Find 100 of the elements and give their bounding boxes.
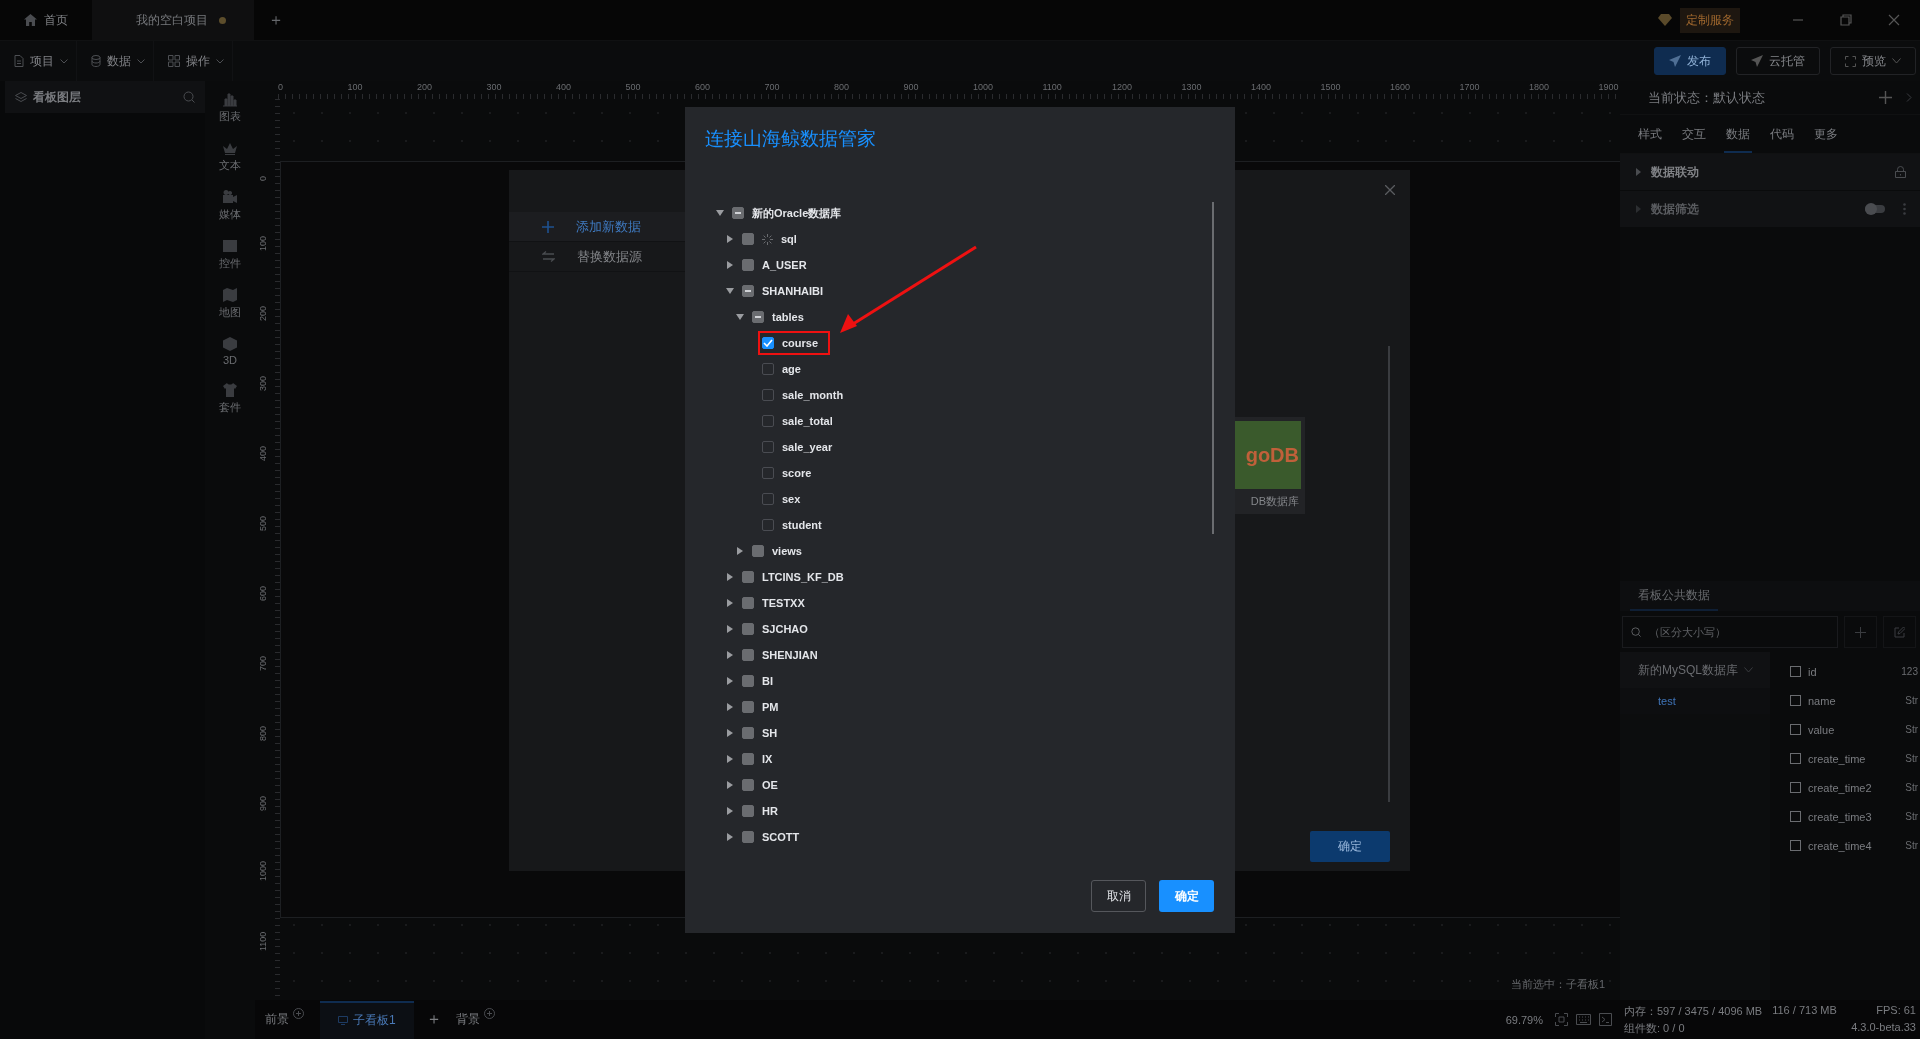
expand-arrow-icon[interactable]	[737, 547, 743, 555]
checkbox[interactable]	[742, 233, 754, 245]
new-tab-button[interactable]: ＋	[268, 9, 284, 31]
expand-arrow-icon[interactable]	[727, 235, 733, 243]
checkbox[interactable]	[752, 311, 764, 323]
search-field[interactable]: （区分大小写）	[1622, 616, 1838, 648]
expand-arrow-icon[interactable]	[727, 729, 733, 737]
tree-item[interactable]: score	[782, 467, 812, 479]
tree-item[interactable]: sale_year	[782, 441, 833, 453]
expand-arrow-icon[interactable]	[727, 573, 733, 581]
checkbox[interactable]	[742, 571, 754, 583]
checkbox[interactable]	[742, 597, 754, 609]
checkbox[interactable]	[762, 389, 774, 401]
expand-arrow-icon[interactable]	[727, 261, 733, 269]
add-board-button[interactable]: ＋	[425, 1009, 442, 1030]
restore-icon[interactable]	[1840, 14, 1852, 26]
tree-item[interactable]: sex	[782, 493, 801, 505]
tree-item[interactable]: age	[782, 363, 801, 375]
tree-item[interactable]: A_USER	[762, 259, 807, 271]
checkbox[interactable]	[762, 415, 774, 427]
checkbox[interactable]	[742, 649, 754, 661]
tree-item[interactable]: SCOTT	[762, 831, 800, 843]
plus-icon[interactable]	[1879, 91, 1892, 104]
data-source-tile[interactable]: goDB DB数据库	[1235, 417, 1305, 514]
tree-item[interactable]: OE	[762, 779, 778, 791]
checkbox[interactable]	[742, 805, 754, 817]
checkbox[interactable]	[762, 493, 774, 505]
checkbox[interactable]	[742, 285, 754, 297]
tree-item[interactable]: 新的Oracle数据库	[752, 205, 842, 221]
checkbox[interactable]	[742, 675, 754, 687]
checkbox[interactable]	[1790, 811, 1801, 822]
component-category[interactable]: 套件	[219, 382, 241, 415]
expand-arrow-icon[interactable]	[727, 625, 733, 633]
lock-icon[interactable]	[1895, 166, 1906, 178]
expand-arrow-icon[interactable]	[727, 599, 733, 607]
checkbox[interactable]	[1790, 695, 1801, 706]
custom-service-button[interactable]: 定制服务	[1680, 7, 1740, 33]
checkbox[interactable]	[762, 441, 774, 453]
checkbox[interactable]	[742, 623, 754, 635]
close-icon[interactable]	[1385, 185, 1395, 195]
checkbox[interactable]	[1790, 753, 1801, 764]
panel-tab[interactable]: 更多	[1812, 126, 1840, 153]
search-icon[interactable]	[183, 91, 195, 103]
checkbox[interactable]	[742, 831, 754, 843]
expand-arrow-icon[interactable]	[727, 807, 733, 815]
fit-screen-icon[interactable]	[1555, 1013, 1568, 1026]
checkbox[interactable]	[1790, 666, 1801, 677]
checkbox[interactable]	[762, 519, 774, 531]
scrollbar[interactable]	[1212, 202, 1214, 534]
checkbox[interactable]	[742, 753, 754, 765]
checkbox[interactable]	[1790, 782, 1801, 793]
tree-item[interactable]: SHENJIAN	[762, 649, 818, 661]
expand-arrow-icon[interactable]	[727, 755, 733, 763]
toolbar-button[interactable]: 发布	[1654, 47, 1726, 75]
cancel-button[interactable]: 取消	[1091, 880, 1146, 912]
tree-item[interactable]: tables	[772, 311, 804, 323]
tree-item[interactable]: BI	[762, 675, 773, 687]
checkbox[interactable]	[742, 259, 754, 271]
expand-arrow-icon[interactable]	[727, 781, 733, 789]
checkbox[interactable]	[732, 207, 744, 219]
checkbox[interactable]	[762, 467, 774, 479]
component-category[interactable]: 地图	[219, 287, 241, 320]
window-tab[interactable]: 我的空白项目	[92, 0, 254, 40]
checkbox[interactable]	[752, 545, 764, 557]
close-icon[interactable]	[1888, 14, 1900, 26]
tree-item[interactable]: SHANHAIBI	[762, 285, 824, 297]
component-category[interactable]: 媒体	[219, 189, 241, 222]
terminal-icon[interactable]	[1599, 1013, 1612, 1026]
tree-item[interactable]: LTCINS_KF_DB	[762, 571, 844, 583]
checkbox[interactable]	[742, 727, 754, 739]
expand-arrow-icon[interactable]	[726, 288, 734, 294]
tree-item[interactable]: student	[782, 519, 822, 531]
expand-arrow-icon[interactable]	[727, 703, 733, 711]
collapsible-section[interactable]: 数据联动	[1620, 154, 1920, 191]
component-category[interactable]: 控件	[219, 238, 241, 271]
tree-item[interactable]: sale_total	[782, 415, 833, 427]
confirm-button[interactable]: 确定	[1310, 831, 1390, 862]
expand-arrow-icon[interactable]	[727, 651, 733, 659]
tree-item[interactable]: views	[772, 545, 802, 557]
keyboard-icon[interactable]	[1576, 1014, 1591, 1025]
panel-tab[interactable]: 代码	[1768, 126, 1796, 153]
tree-item[interactable]: HR	[762, 805, 778, 817]
menu-item[interactable]: 添加新数据	[509, 212, 685, 242]
expand-arrow-icon[interactable]	[727, 833, 733, 841]
data-source-dropdown[interactable]: 新的MySQL数据库	[1620, 652, 1770, 688]
checkbox[interactable]	[762, 363, 774, 375]
tree-item[interactable]: sale_month	[782, 389, 844, 401]
tree-item[interactable]: sql	[781, 233, 797, 245]
confirm-button[interactable]: 确定	[1159, 880, 1214, 912]
tree-item[interactable]: course	[782, 337, 819, 349]
component-category[interactable]: 3D	[222, 336, 238, 366]
tree-item[interactable]: SJCHAO	[762, 623, 808, 635]
tree-item[interactable]: PM	[762, 701, 779, 713]
add-circle-icon[interactable]	[293, 1008, 304, 1019]
toolbar-button[interactable]: 云托管	[1736, 47, 1820, 75]
board-tab[interactable]: 子看板1	[320, 1000, 414, 1039]
toolbar-button[interactable]: 预览	[1830, 47, 1916, 75]
expand-arrow-icon[interactable]	[716, 210, 724, 216]
panel-tab[interactable]: 交互	[1680, 126, 1708, 153]
checkbox[interactable]	[762, 337, 774, 349]
